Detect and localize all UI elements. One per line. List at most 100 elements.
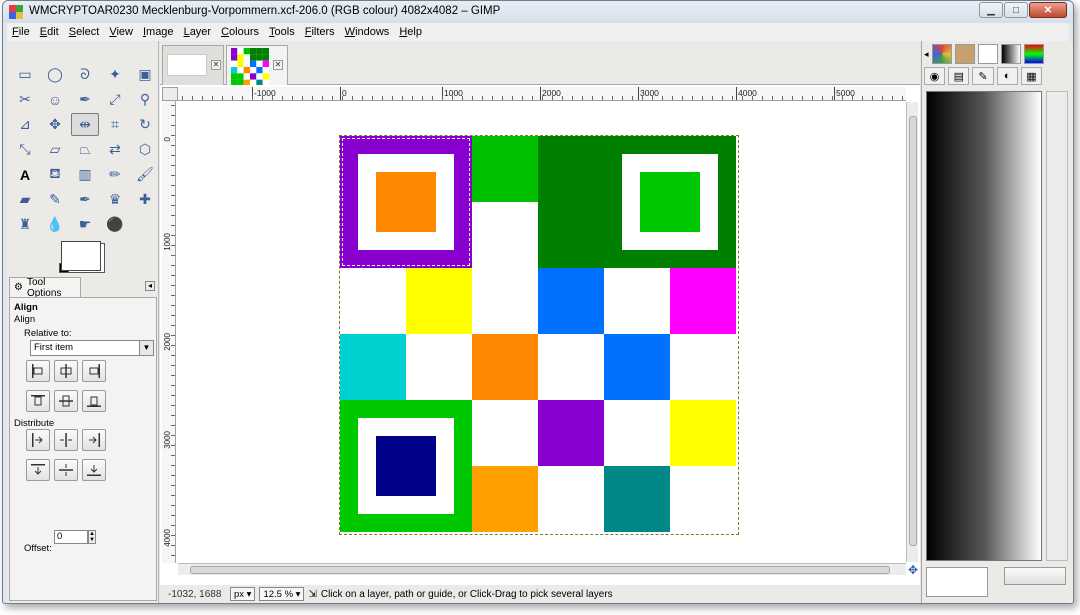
distribute-right-button[interactable] — [82, 429, 106, 451]
relative-to-select[interactable]: First item ▼ — [30, 340, 154, 356]
distribute-left-icon — [32, 433, 43, 447]
bucket-fill-icon[interactable]: ⛾ — [41, 163, 69, 186]
align-left-edge-button[interactable] — [26, 360, 50, 382]
distribute-vcenter-button[interactable] — [54, 459, 78, 481]
distribute-left-button[interactable] — [26, 429, 50, 451]
scale-icon[interactable]: ⤡ — [11, 138, 39, 161]
move-icon[interactable]: ✥ — [41, 113, 69, 136]
maximize-button[interactable]: □ — [1004, 2, 1028, 18]
distribute-bottom-button[interactable] — [82, 459, 106, 481]
zoom-icon[interactable]: ⚲ — [131, 88, 159, 111]
align-icon[interactable]: ⇹ — [71, 113, 99, 136]
colors-icon[interactable]: ◐ — [996, 67, 1018, 85]
ink-icon[interactable]: ✒ — [71, 188, 99, 211]
align-right-edge-button[interactable] — [82, 360, 106, 382]
image-tab-blank[interactable]: ✕ — [162, 45, 224, 85]
image-tab-active[interactable]: ✕ — [226, 45, 288, 86]
foreground-select-icon[interactable]: ☺ — [41, 88, 69, 111]
perspective-icon[interactable]: ⏢ — [71, 138, 99, 161]
dodge-burn-icon[interactable]: ⚫ — [101, 213, 129, 236]
clone-icon[interactable]: ♛ — [101, 188, 129, 211]
distribute-hcenter-button[interactable] — [54, 429, 78, 451]
airbrush-icon[interactable]: ✎ — [41, 188, 69, 211]
align-top-edge-button[interactable] — [26, 390, 50, 412]
dock-preview-box[interactable] — [926, 567, 988, 597]
patterns-icon[interactable]: ▦ — [1020, 67, 1043, 85]
close-button[interactable]: ✕ — [1029, 2, 1067, 18]
align-bottom-edge-button[interactable] — [82, 390, 106, 412]
select-by-color-icon[interactable]: ▣ — [131, 63, 159, 86]
menu-select[interactable]: Select — [64, 26, 105, 38]
shear-icon[interactable]: ▱ — [41, 138, 69, 161]
dock-tab-palettes[interactable] — [1023, 44, 1044, 64]
rotate-icon[interactable]: ↻ — [131, 113, 159, 136]
horizontal-scrollbar[interactable] — [178, 563, 906, 575]
printer-icon[interactable]: ▤ — [948, 67, 970, 85]
blend-icon[interactable]: ▥ — [71, 163, 99, 186]
menu-mnemonic: F — [12, 26, 19, 38]
dock-edit-button[interactable] — [1004, 567, 1066, 585]
perspective-clone-icon[interactable]: ♜ — [11, 213, 39, 236]
canvas[interactable] — [178, 102, 906, 562]
dock-scrollbar[interactable] — [1046, 91, 1068, 561]
menu-help[interactable]: Help — [394, 26, 427, 38]
text-icon[interactable]: A — [11, 163, 39, 186]
zoom-select[interactable]: 12.5 % ▾ — [259, 587, 305, 601]
panel-menu-button[interactable]: ◂ — [145, 281, 155, 291]
menu-image[interactable]: Image — [138, 26, 179, 38]
blur-icon[interactable]: 💧 — [41, 213, 69, 236]
measure-icon[interactable]: ⊿ — [11, 113, 39, 136]
color-picker-icon[interactable]: ⤢ — [101, 88, 129, 111]
menu-edit[interactable]: Edit — [35, 26, 64, 38]
horizontal-ruler[interactable]: -1000 0 1000 2000 3000 4000 5000 — [178, 87, 906, 101]
image-canvas[interactable] — [339, 135, 739, 535]
gradient-preview[interactable] — [926, 91, 1042, 561]
close-tab-icon[interactable]: ✕ — [273, 60, 283, 70]
minimize-button[interactable]: ▁ — [979, 2, 1003, 18]
menu-file[interactable]: File — [7, 26, 35, 38]
horizontal-scroll-thumb[interactable] — [190, 566, 890, 574]
menu-windows[interactable]: Windows — [340, 26, 395, 38]
offset-spinner[interactable]: ▲ ▼ — [88, 530, 96, 544]
vertical-scrollbar[interactable] — [906, 102, 918, 562]
eraser-icon[interactable]: ▰ — [11, 188, 39, 211]
ellipse-select-icon[interactable]: ◯ — [41, 63, 69, 86]
cage-transform-icon[interactable]: ⬡ — [131, 138, 159, 161]
vertical-ruler[interactable]: 0 1000 2000 3000 4000 — [162, 101, 176, 563]
distribute-top-button[interactable] — [26, 459, 50, 481]
pencil-icon[interactable]: ✏ — [101, 163, 129, 186]
paintbrush-icon[interactable]: 🖌 — [131, 163, 159, 186]
foreground-color-box[interactable] — [61, 241, 101, 271]
ruler-corner[interactable] — [162, 87, 178, 101]
dock-tab-left-arrow-icon[interactable]: ◂ — [924, 49, 929, 60]
rect-select-icon[interactable]: ▭ — [11, 63, 39, 86]
heal-icon[interactable]: ✚ — [131, 188, 159, 211]
offset-input[interactable]: 0 — [54, 530, 88, 544]
dock-tab-patterns[interactable] — [931, 44, 952, 64]
brush-icon[interactable]: ✎ — [972, 67, 994, 85]
smudge-icon[interactable]: ☛ — [71, 213, 99, 236]
menu-colours[interactable]: Colours — [216, 26, 264, 38]
menu-tools[interactable]: Tools — [264, 26, 300, 38]
align-center-vertical-button[interactable] — [54, 390, 78, 412]
menu-filters[interactable]: Filters — [300, 26, 340, 38]
dock-tab-gradients[interactable] — [1000, 44, 1021, 64]
crop-icon[interactable]: ⌗ — [101, 113, 129, 136]
align-center-horizontal-button[interactable] — [54, 360, 78, 382]
fg-bg-colors[interactable] — [59, 239, 109, 275]
vertical-scroll-thumb[interactable] — [909, 116, 917, 546]
menu-layer[interactable]: Layer — [179, 26, 217, 38]
device-status-icon[interactable]: ◉ — [924, 67, 946, 85]
navigate-icon[interactable]: ✥ — [906, 563, 920, 577]
dock-tab-brushes[interactable] — [954, 44, 975, 64]
unit-select[interactable]: px ▾ — [230, 587, 256, 601]
menu-view[interactable]: View — [104, 26, 138, 38]
dock-tab-paths[interactable] — [977, 44, 998, 64]
tab-tool-options[interactable]: ⚙ Tool Options — [9, 277, 81, 299]
scissors-select-icon[interactable]: ✂ — [11, 88, 39, 111]
fuzzy-select-icon[interactable]: ✦ — [101, 63, 129, 86]
flip-icon[interactable]: ⇄ — [101, 138, 129, 161]
paths-icon[interactable]: ✒ — [71, 88, 99, 111]
free-select-icon[interactable]: ᘐ — [71, 63, 99, 86]
close-tab-icon[interactable]: ✕ — [211, 60, 221, 70]
